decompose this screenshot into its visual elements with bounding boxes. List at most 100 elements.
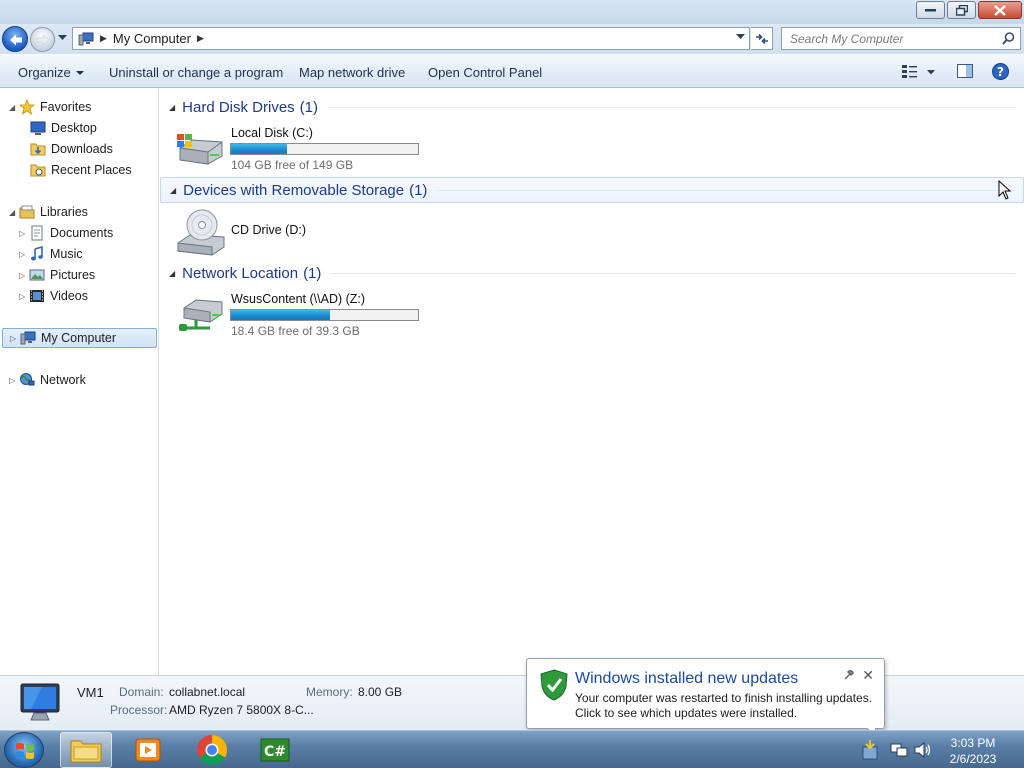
expand-arrow-icon[interactable]: ▷	[10, 334, 20, 343]
close-button[interactable]	[978, 1, 1022, 19]
network-drive-icon	[179, 299, 223, 331]
breadcrumb-my-computer[interactable]: My Computer	[113, 31, 191, 46]
back-button[interactable]	[2, 26, 28, 52]
group-removable-storage[interactable]: ◢ Devices with Removable Storage (1)	[160, 177, 1024, 203]
processor-value: AMD Ryzen 7 5800X 8-C...	[169, 703, 314, 717]
group-collapse-icon[interactable]: ◢	[169, 269, 175, 278]
notification-body[interactable]: Your computer was restarted to finish in…	[575, 691, 872, 721]
windows-update-tray-icon[interactable]	[860, 739, 880, 761]
expand-arrow-icon[interactable]: ▷	[19, 229, 29, 238]
restore-button[interactable]	[947, 1, 976, 19]
nav-desktop-label: Desktop	[51, 121, 97, 135]
expand-arrow-icon[interactable]: ▷	[19, 292, 29, 301]
nav-libraries-label: Libraries	[40, 205, 88, 219]
wrench-icon[interactable]	[843, 669, 854, 680]
drive-usage-bar	[230, 143, 419, 155]
help-icon[interactable]: ?	[992, 63, 1009, 80]
expand-arrow-icon[interactable]: ▷	[19, 250, 29, 259]
nav-desktop[interactable]: Desktop	[30, 118, 97, 138]
expand-arrow-icon[interactable]: ▷	[9, 376, 19, 385]
desktop-icon	[30, 121, 46, 135]
taskbar-chrome[interactable]	[186, 732, 238, 768]
network-tray-icon[interactable]	[890, 742, 908, 758]
cd-drive-icon	[177, 209, 225, 256]
nav-recent-places-label: Recent Places	[51, 163, 132, 177]
taskbar-media-player[interactable]	[122, 732, 174, 768]
command-bar: Organize Uninstall or change a program M…	[0, 54, 1024, 88]
restore-icon	[955, 4, 968, 16]
search-box[interactable]	[781, 27, 1021, 50]
nav-videos[interactable]: ▷ Videos	[19, 286, 88, 306]
breadcrumb-separator-icon[interactable]: ▶	[197, 33, 204, 44]
computer-icon	[20, 331, 36, 345]
clock-date: 2/6/2023	[949, 752, 997, 766]
recent-pages-dropdown[interactable]	[58, 35, 67, 41]
start-button[interactable]	[4, 732, 44, 768]
group-divider	[331, 272, 1016, 274]
search-icon[interactable]	[1002, 32, 1015, 45]
nav-favorites[interactable]: ◢ Favorites	[9, 97, 91, 117]
libraries-icon	[19, 205, 35, 219]
address-dropdown-icon[interactable]	[736, 34, 745, 40]
navigation-pane: ◢ Favorites Desktop Downloads Recent Pla…	[0, 88, 159, 675]
nav-libraries[interactable]: ◢ Libraries	[9, 202, 88, 222]
refresh-button[interactable]	[751, 27, 773, 50]
back-arrow-icon	[10, 34, 22, 46]
nav-documents[interactable]: ▷ Documents	[19, 223, 113, 243]
group-collapse-icon[interactable]: ◢	[170, 186, 176, 195]
clock-time: 3:03 PM	[950, 736, 996, 750]
taskbar-csharp-editor[interactable]: C#	[249, 732, 301, 768]
update-notification[interactable]: Windows installed new updates Your compu…	[526, 658, 885, 740]
memory-label: Memory:	[306, 685, 353, 699]
minimize-button[interactable]	[916, 1, 945, 19]
shield-icon	[540, 669, 568, 701]
nav-network-label: Network	[40, 373, 86, 387]
group-network-location[interactable]: ◢ Network Location (1)	[160, 260, 1024, 286]
nav-my-computer[interactable]: ▷ My Computer	[2, 328, 157, 348]
nav-recent-places[interactable]: Recent Places	[30, 160, 132, 180]
taskbar-clock[interactable]: 3:03 PM 2/6/2023	[940, 735, 1006, 767]
forward-arrow-icon	[36, 34, 50, 46]
group-title: Devices with Removable Storage	[183, 181, 405, 199]
drive-wsuscontent-z[interactable]: WsusContent (\\AD) (Z:) 18.4 GB free of …	[176, 290, 596, 340]
collapse-arrow-icon[interactable]: ◢	[9, 208, 19, 217]
open-control-panel-button[interactable]: Open Control Panel	[428, 65, 542, 80]
group-count: (1)	[299, 98, 319, 116]
collapse-arrow-icon[interactable]: ◢	[9, 103, 19, 112]
nav-videos-label: Videos	[50, 289, 88, 303]
nav-music-label: Music	[50, 247, 83, 261]
group-collapse-icon[interactable]: ◢	[169, 103, 175, 112]
network-icon	[20, 373, 35, 386]
map-network-drive-button[interactable]: Map network drive	[299, 65, 405, 80]
organize-menu[interactable]: Organize	[18, 65, 84, 80]
nav-pictures[interactable]: ▷ Pictures	[19, 265, 95, 285]
group-hard-disk-drives[interactable]: ◢ Hard Disk Drives (1)	[160, 94, 1024, 120]
group-divider	[328, 106, 1016, 108]
search-input[interactable]	[782, 28, 992, 49]
uninstall-program-button[interactable]: Uninstall or change a program	[109, 65, 283, 80]
taskbar-explorer[interactable]	[60, 732, 112, 768]
preview-pane-icon[interactable]	[957, 64, 973, 78]
window-titlebar[interactable]	[0, 0, 1024, 24]
breadcrumb-separator-icon[interactable]: ▶	[100, 33, 107, 44]
nav-downloads[interactable]: Downloads	[30, 139, 113, 159]
notification-close-button[interactable]: ✕	[862, 667, 874, 684]
volume-icon[interactable]	[914, 742, 932, 758]
star-icon	[19, 99, 35, 115]
forward-button[interactable]	[30, 27, 55, 52]
expand-arrow-icon[interactable]: ▷	[19, 271, 29, 280]
notification-line: Your computer was restarted to finish in…	[575, 691, 873, 705]
nav-music[interactable]: ▷ Music	[19, 244, 83, 264]
address-bar[interactable]: ▶ My Computer ▶	[72, 27, 750, 50]
nav-network[interactable]: ▷ Network	[9, 370, 86, 390]
group-divider	[437, 189, 1015, 191]
view-options-dropdown-icon[interactable]	[927, 70, 935, 75]
notification-title[interactable]: Windows installed new updates	[575, 670, 798, 688]
drive-local-disk-c[interactable]: Local Disk (C:) 104 GB free of 149 GB	[176, 124, 596, 174]
drive-cd-d[interactable]: CD Drive (D:)	[176, 207, 596, 257]
notification-line: Click to see which updates were installe…	[575, 706, 798, 720]
drive-name: Local Disk (C:)	[231, 126, 313, 140]
csharp-icon: C#	[260, 738, 290, 762]
documents-icon	[31, 225, 43, 241]
change-view-icon[interactable]	[902, 64, 918, 78]
